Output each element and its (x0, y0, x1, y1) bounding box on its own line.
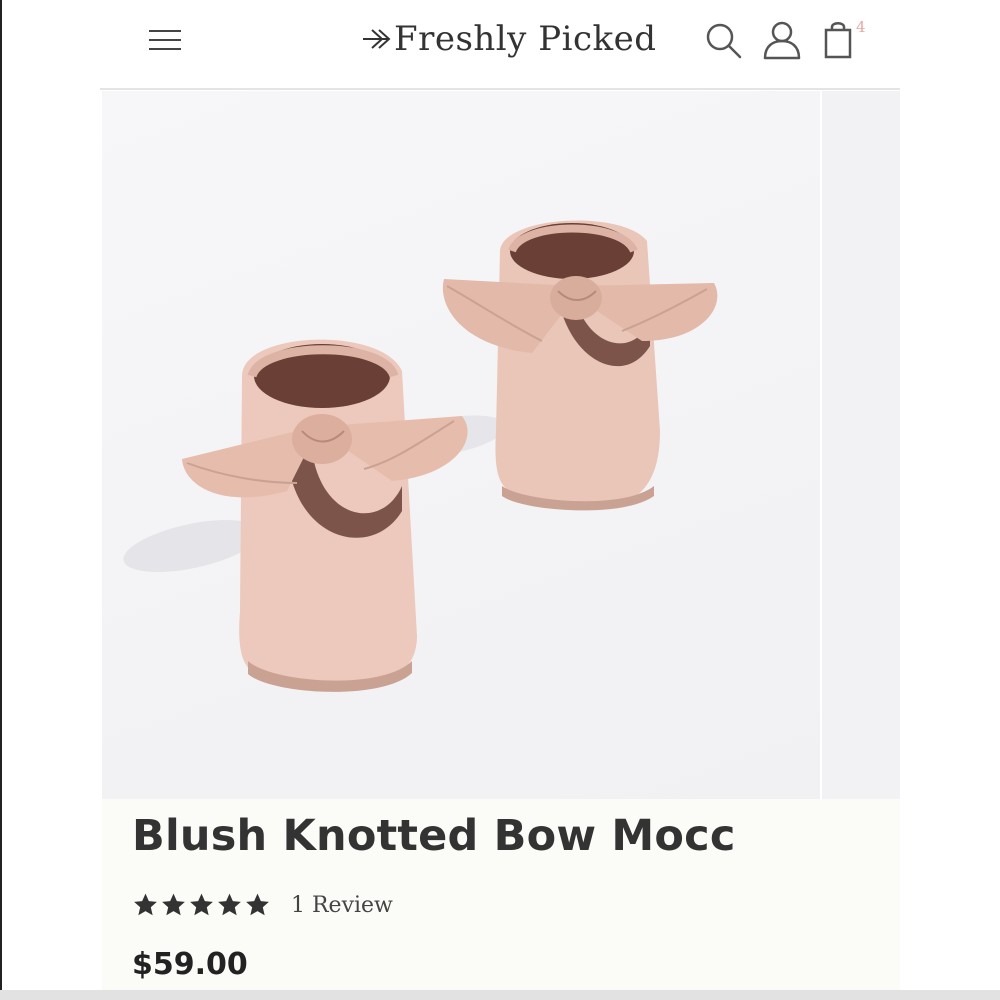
account-button[interactable] (760, 18, 804, 62)
product-photo (123, 220, 718, 692)
product-image[interactable] (102, 91, 820, 799)
star-icon (218, 893, 241, 916)
product-price: $59.00 (132, 947, 248, 982)
star-icon (190, 893, 213, 916)
rating-stars (132, 892, 271, 918)
brand-logo[interactable]: Freshly Picked (362, 14, 656, 64)
menu-button[interactable] (146, 26, 186, 56)
back-shoe (442, 220, 718, 511)
site-header: Freshly Picked 4 (100, 0, 900, 90)
left-edge-rule (0, 0, 2, 1000)
star-icon (162, 893, 185, 916)
cart-count-badge: 4 (856, 18, 866, 36)
user-icon (763, 21, 801, 60)
search-button[interactable] (702, 18, 746, 62)
star-icon (246, 893, 269, 916)
next-image-peek[interactable] (822, 91, 900, 799)
product-info: Blush Knotted Bow Mocc 1 Review $59.00 (102, 799, 900, 1000)
arrow-logo-icon (363, 29, 391, 49)
product-rating[interactable]: 1 Review (132, 892, 393, 918)
review-count-link[interactable]: 1 Review (291, 893, 393, 918)
bottom-scroll-bar (0, 990, 1000, 1000)
product-title: Blush Knotted Bow Mocc (132, 811, 736, 861)
front-shoe (182, 339, 468, 692)
brand-name: Freshly Picked (394, 19, 657, 59)
star-icon (134, 893, 157, 916)
search-icon (706, 23, 742, 59)
